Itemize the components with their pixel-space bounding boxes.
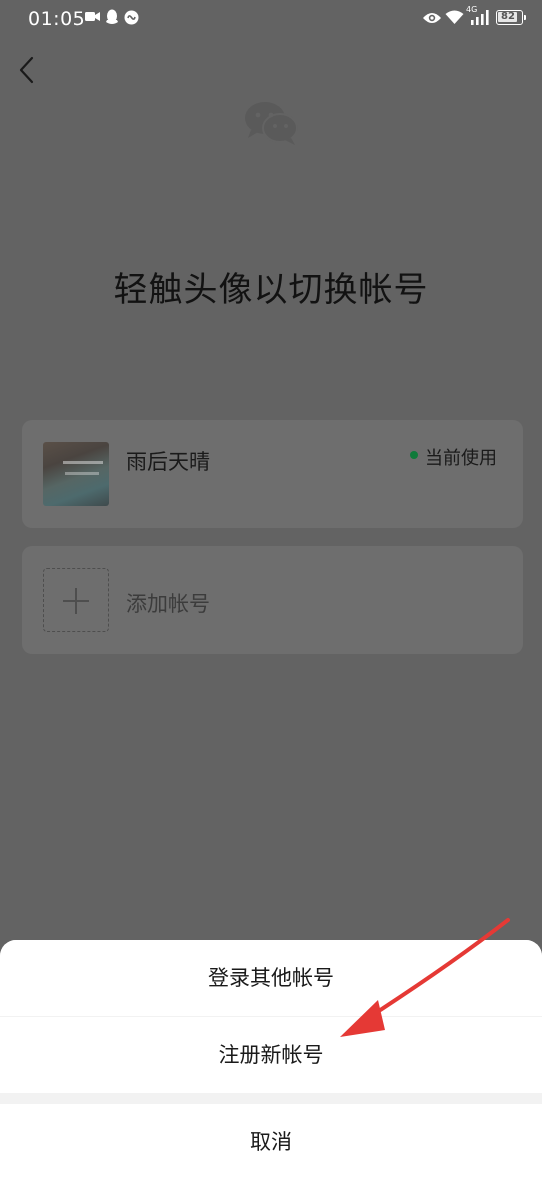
action-sheet: 登录其他帐号 注册新帐号 取消 <box>0 940 542 1180</box>
signal-icon <box>471 10 489 25</box>
video-call-icon <box>85 12 100 21</box>
account-card[interactable]: 雨后天晴 当前使用 <box>22 420 523 528</box>
add-account-box[interactable] <box>43 568 109 632</box>
cancel-button[interactable]: 取消 <box>0 1104 542 1180</box>
account-switch-screen: 01:05 4G 82 轻触头像以切换帐号 雨后天晴 当前使用 添加帐号 登录其… <box>0 0 542 1180</box>
back-button[interactable] <box>12 52 42 88</box>
add-account-label: 添加帐号 <box>126 592 210 616</box>
wechat-logo-icon <box>245 102 298 145</box>
active-status-dot <box>410 451 418 459</box>
account-name: 雨后天晴 <box>126 450 210 474</box>
add-account-card[interactable]: 添加帐号 <box>22 546 523 654</box>
mini-program-icon <box>124 10 139 25</box>
plus-icon-vertical <box>75 588 77 614</box>
login-other-account-button[interactable]: 登录其他帐号 <box>0 940 542 1016</box>
battery-tip <box>524 15 526 20</box>
eye-icon <box>423 13 441 23</box>
status-time: 01:05 <box>28 8 86 30</box>
page-title: 轻触头像以切换帐号 <box>113 270 429 310</box>
battery-icon: 82 <box>496 10 523 25</box>
status-bar: 01:05 4G 82 <box>0 0 542 38</box>
battery-percent: 82 <box>501 11 515 22</box>
qq-penguin-icon <box>106 9 118 24</box>
avatar-caption-line <box>65 472 99 475</box>
current-use-label: 当前使用 <box>425 448 497 469</box>
register-new-account-button[interactable]: 注册新帐号 <box>0 1017 542 1093</box>
wifi-icon <box>445 10 464 24</box>
avatar[interactable] <box>43 442 109 506</box>
chevron-left-icon <box>19 56 34 84</box>
avatar-caption-line <box>63 461 103 464</box>
